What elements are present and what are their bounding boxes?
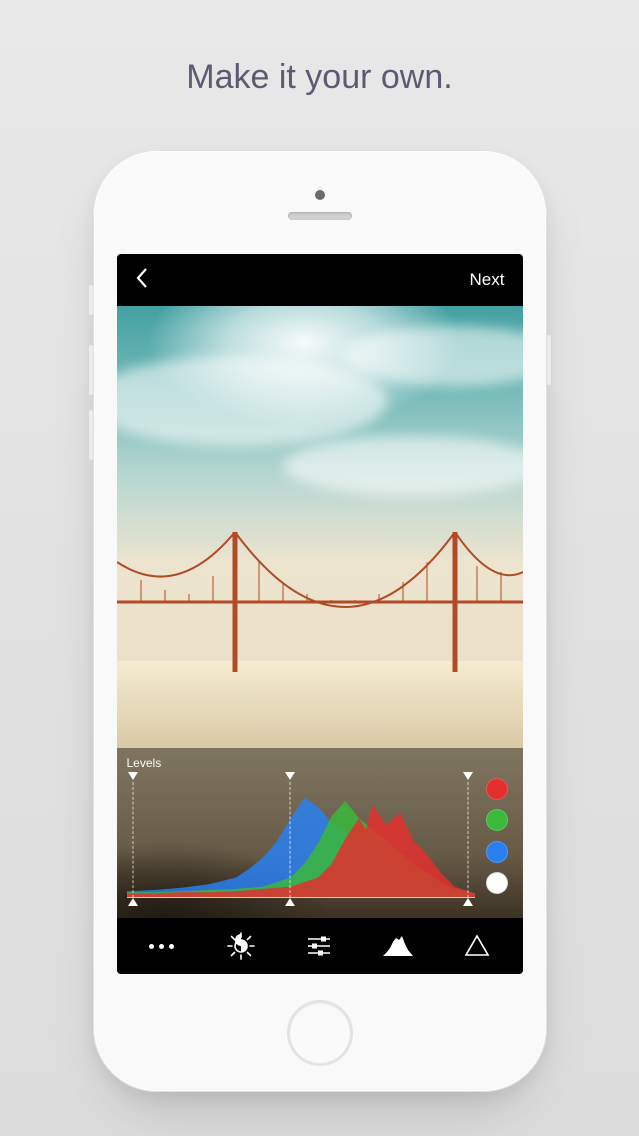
phone-home-button xyxy=(287,1000,353,1066)
levels-bottom-handle[interactable] xyxy=(128,898,138,906)
levels-panel: Levels xyxy=(117,748,523,918)
toolbar-sharpen-button[interactable] xyxy=(446,918,508,974)
levels-top-handle[interactable] xyxy=(128,772,138,780)
chevron-left-icon xyxy=(135,267,149,289)
levels-bottom-markers xyxy=(127,898,475,910)
levels-top-handle[interactable] xyxy=(285,772,295,780)
bottom-toolbar xyxy=(117,918,523,974)
toolbar-more-button[interactable] xyxy=(131,918,193,974)
phone-power-button xyxy=(547,335,551,385)
levels-guide xyxy=(133,782,134,898)
histogram-axis xyxy=(127,897,475,898)
levels-bottom-handle[interactable] xyxy=(463,898,473,906)
sliders-icon xyxy=(305,932,333,960)
app-screen: Next xyxy=(117,254,523,974)
sharpen-icon xyxy=(464,933,490,959)
levels-label: Levels xyxy=(127,756,513,770)
phone-camera xyxy=(315,190,325,200)
back-button[interactable] xyxy=(135,267,149,294)
channel-selector xyxy=(481,772,513,910)
top-bar: Next xyxy=(117,254,523,306)
channel-green-button[interactable] xyxy=(486,809,508,831)
phone-volume-down xyxy=(89,410,93,460)
more-icon xyxy=(149,944,174,949)
page-headline: Make it your own. xyxy=(0,0,639,97)
histogram[interactable] xyxy=(127,772,475,910)
toolbar-brightness-button[interactable] xyxy=(210,918,272,974)
channel-blue-button[interactable] xyxy=(486,841,508,863)
toolbar-histogram-button[interactable] xyxy=(367,918,429,974)
histogram-icon xyxy=(383,934,413,958)
phone-speaker xyxy=(288,212,352,220)
phone-volume-up xyxy=(89,345,93,395)
histogram-chart xyxy=(127,772,475,910)
levels-guide xyxy=(467,782,468,898)
levels-guide xyxy=(290,782,291,898)
levels-top-markers xyxy=(127,772,475,784)
levels-top-handle[interactable] xyxy=(463,772,473,780)
toolbar-adjust-button[interactable] xyxy=(288,918,350,974)
levels-body xyxy=(127,772,513,910)
channel-red-button[interactable] xyxy=(486,778,508,800)
phone-mockup: Next xyxy=(93,150,547,1092)
channel-white-button[interactable] xyxy=(486,872,508,894)
brightness-icon xyxy=(227,932,255,960)
levels-bottom-handle[interactable] xyxy=(285,898,295,906)
next-button[interactable]: Next xyxy=(470,270,505,290)
phone-mute-switch xyxy=(89,285,93,315)
